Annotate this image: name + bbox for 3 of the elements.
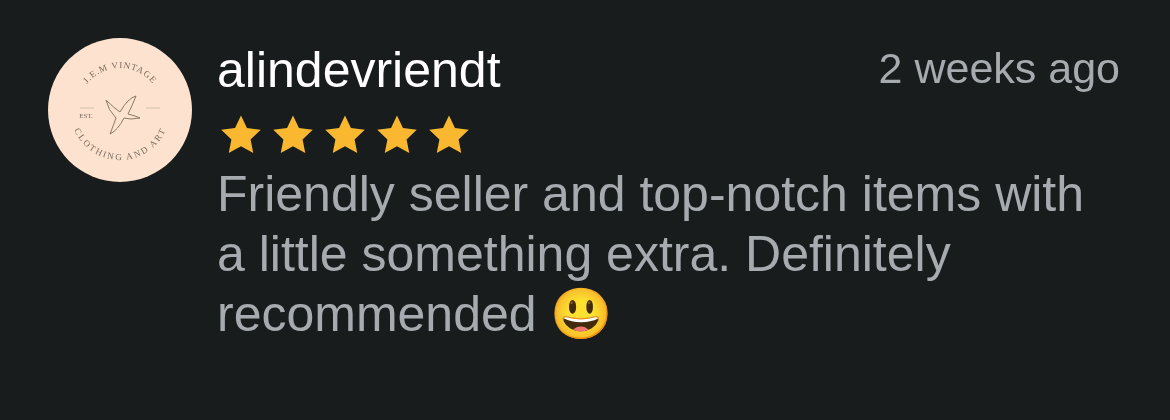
review-text: Friendly seller and top-notch items with a little something extra. Definitely recommended 😃: [217, 165, 1086, 344]
review-time: 2 weeks ago: [878, 43, 1121, 94]
reviewer-name: alindevriendt: [217, 41, 501, 100]
